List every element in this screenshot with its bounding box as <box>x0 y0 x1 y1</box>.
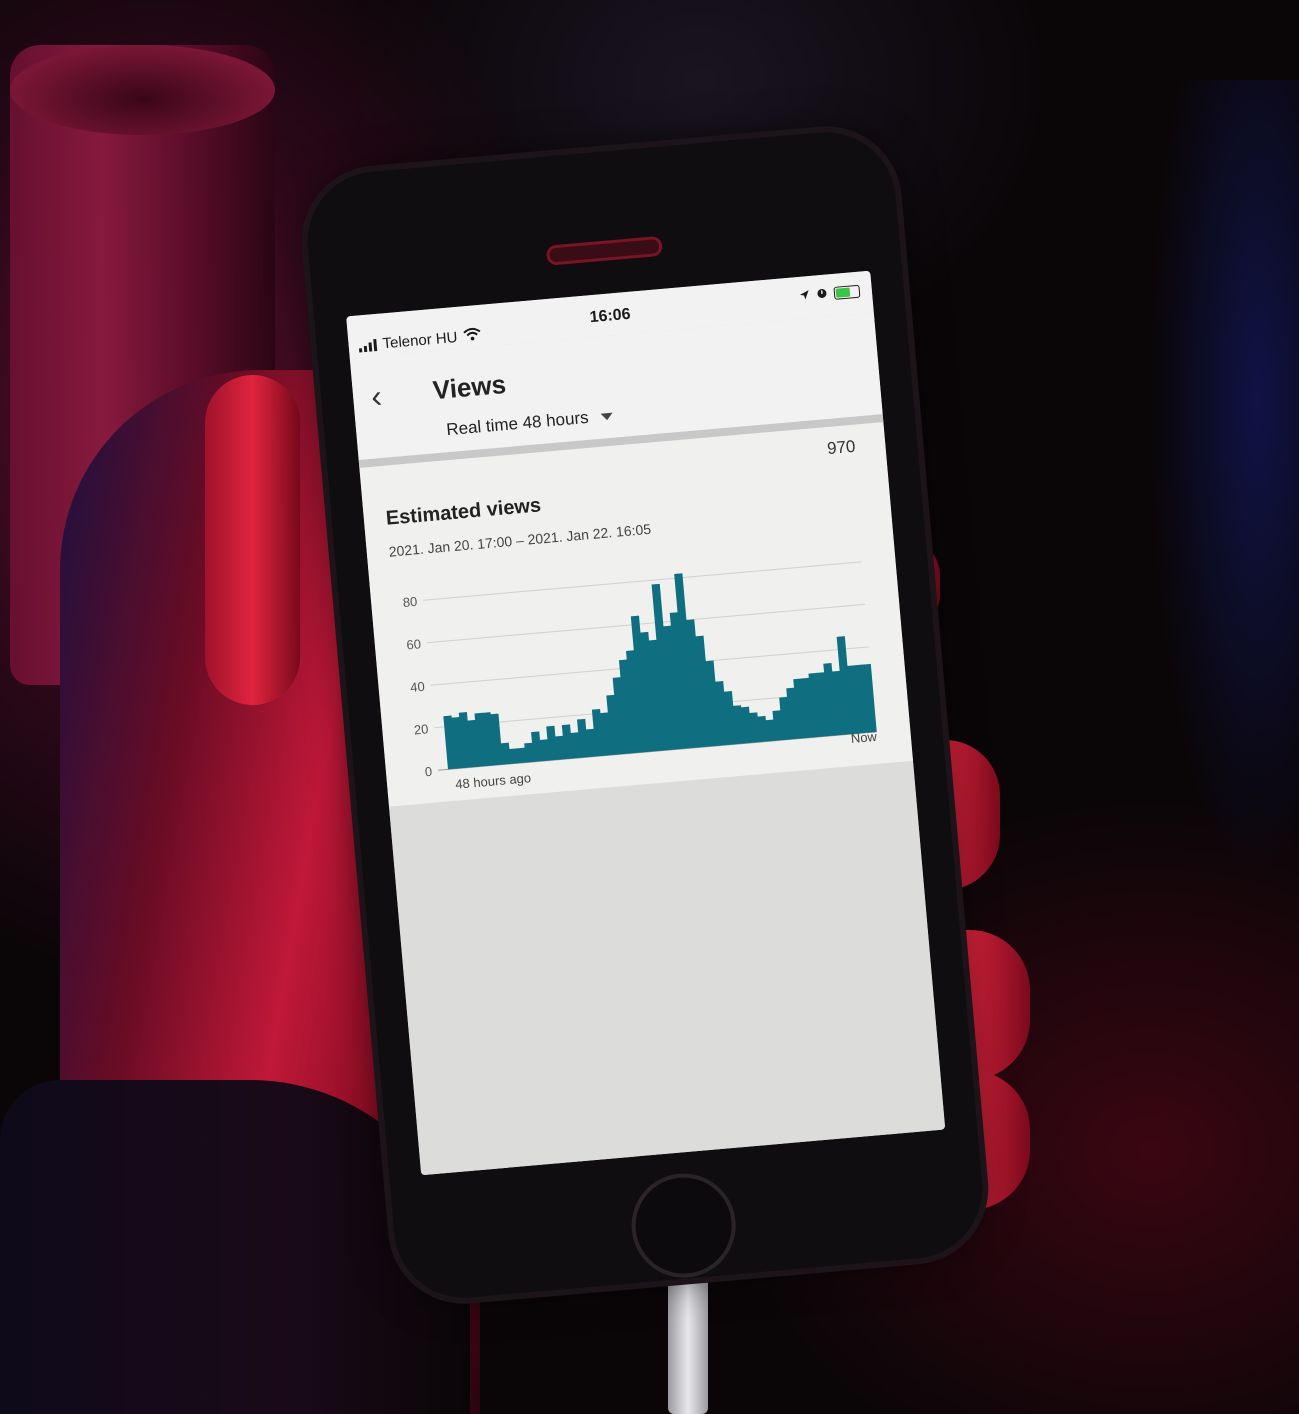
photo-scene: Telenor HU 16:06 ‹ Views Real time 48 ho… <box>0 0 1299 1414</box>
y-tick-label: 60 <box>406 636 422 652</box>
x-start-label: 48 hours ago <box>455 770 532 792</box>
battery-icon <box>833 284 861 300</box>
phone: Telenor HU 16:06 ‹ Views Real time 48 ho… <box>301 126 989 1304</box>
location-icon <box>798 288 810 304</box>
earpiece-speaker <box>548 239 660 263</box>
caret-down-icon <box>600 412 613 421</box>
views-bar-chart: 0 20 40 60 80 48 hours ago Now <box>402 561 878 792</box>
home-button[interactable] <box>627 1169 740 1282</box>
back-arrow-icon[interactable]: ‹ <box>370 378 384 416</box>
mug-rim <box>10 45 275 135</box>
gridline <box>423 561 862 601</box>
background-glow <box>1150 80 1299 880</box>
charging-cable <box>668 1268 708 1414</box>
views-total: 970 <box>826 436 857 459</box>
period-label: Real time 48 hours <box>445 407 590 440</box>
y-tick-label: 80 <box>402 594 418 610</box>
y-tick-label: 20 <box>413 721 429 737</box>
period-dropdown[interactable]: Real time 48 hours <box>446 406 614 440</box>
y-tick-label: 0 <box>424 764 433 780</box>
views-card: 970 Estimated views 2021. Jan 20. 17:00 … <box>359 422 914 807</box>
page-title: Views <box>431 368 508 406</box>
finger-thumb <box>205 375 300 705</box>
card-title: Estimated views <box>384 494 542 530</box>
empty-area <box>389 760 946 1176</box>
x-end-label: Now <box>850 729 878 746</box>
phone-screen: Telenor HU 16:06 ‹ Views Real time 48 ho… <box>346 270 946 1176</box>
y-tick-label: 40 <box>410 679 426 695</box>
alarm-icon <box>815 286 828 302</box>
